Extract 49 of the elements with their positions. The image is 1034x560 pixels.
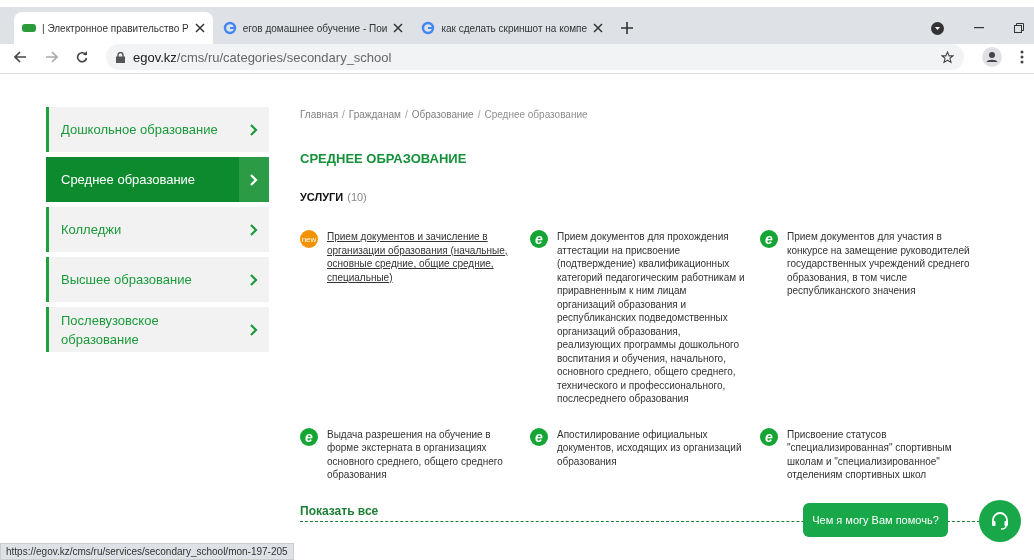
- url-text: egov.kz/cms/ru/categories/secondary_school: [133, 49, 392, 65]
- chevron-right-icon: [249, 173, 259, 186]
- breadcrumb-link[interactable]: Главная: [300, 109, 339, 120]
- services-heading: УСЛУГИ: [300, 191, 344, 203]
- services-count: (10): [347, 191, 367, 203]
- reload-icon[interactable]: [76, 51, 88, 63]
- headset-chat-icon[interactable]: [979, 500, 1021, 542]
- sidebar-item[interactable]: Среднее образование: [46, 157, 269, 202]
- status-bar-url: https://egov.kz/cms/ru/services/secondary_school/mon-197-205: [0, 543, 294, 560]
- address-bar[interactable]: egov.kz/cms/ru/categories/secondary_school: [106, 44, 964, 70]
- e-service-badge: e: [760, 230, 778, 248]
- show-all-link[interactable]: Показать все: [300, 503, 379, 518]
- service-link[interactable]: Прием документов для прохождения аттестации на присвоение (подтверждение) квалификационных категорий педагогическим работникам и приравненным к ним лицам организаций образования и республиканских подведомственных организаций образования, реализующих программы дошкольного воспитания и обучения, начального, основного среднего, общего среднего, технического и профессионального, послесреднего образования: [557, 230, 745, 406]
- page-title: СРЕДНЕЕ ОБРАЗОВАНИЕ: [300, 151, 468, 166]
- service-link[interactable]: Выдача разрешения на обучение в форме экстерната в организациях основного среднего, общего среднего образования: [327, 427, 515, 482]
- restore-icon[interactable]: [1014, 23, 1024, 33]
- e-service-badge: e: [300, 427, 318, 446]
- chevron-right-icon: [249, 323, 259, 336]
- service-link[interactable]: Апостилирование официальных документов, исходящих из организаций образования: [557, 427, 745, 482]
- breadcrumb-separator: /: [342, 109, 345, 120]
- e-service-badge: e: [530, 427, 548, 446]
- chevron-right-icon: [249, 273, 259, 286]
- service-link[interactable]: Прием документов для участия в конкурсе на замещение руководителей государственных учреждений среднего образования, в том числе республиканского значения: [787, 230, 975, 406]
- service-link[interactable]: Прием документов и зачисление в организации образования (начальные, основные средние, общие средние, специальные): [327, 230, 515, 406]
- close-icon[interactable]: [194, 23, 205, 33]
- close-icon[interactable]: [593, 23, 604, 33]
- site-logo-icon: [22, 24, 36, 32]
- profile-avatar-icon[interactable]: [982, 47, 1002, 67]
- service-link[interactable]: Присвоение статусов "специализированная" спортивным школам и "специализированное" отделениям спортивных школ: [787, 427, 975, 482]
- browser-tab[interactable]: | Электронное правительство Р: [14, 12, 213, 44]
- breadcrumb-separator: /: [404, 109, 408, 120]
- breadcrumb-link[interactable]: Гражданам: [348, 109, 401, 120]
- back-arrow-icon[interactable]: [14, 51, 27, 63]
- chevron-right-icon: [249, 223, 259, 236]
- breadcrumb-separator: /: [477, 109, 481, 120]
- breadcrumb-current: Среднее образование: [484, 109, 588, 120]
- browser-tab[interactable]: егов домашнее обучение - Пои: [214, 12, 412, 44]
- e-service-badge: e: [760, 427, 778, 446]
- e-service-badge: e: [530, 230, 548, 248]
- new-badge: new: [300, 230, 318, 248]
- lock-icon: [116, 51, 125, 63]
- minimize-icon[interactable]: [974, 27, 984, 29]
- chevron-right-icon: [249, 123, 259, 136]
- bookmark-star-icon[interactable]: [941, 50, 954, 64]
- breadcrumb-link[interactable]: Образование: [411, 109, 474, 120]
- menu-icon[interactable]: [1020, 50, 1024, 64]
- close-icon[interactable]: [393, 23, 404, 33]
- browser-tab[interactable]: как сделать скриншот на компе: [413, 12, 612, 44]
- profile-menu-icon[interactable]: [931, 21, 944, 35]
